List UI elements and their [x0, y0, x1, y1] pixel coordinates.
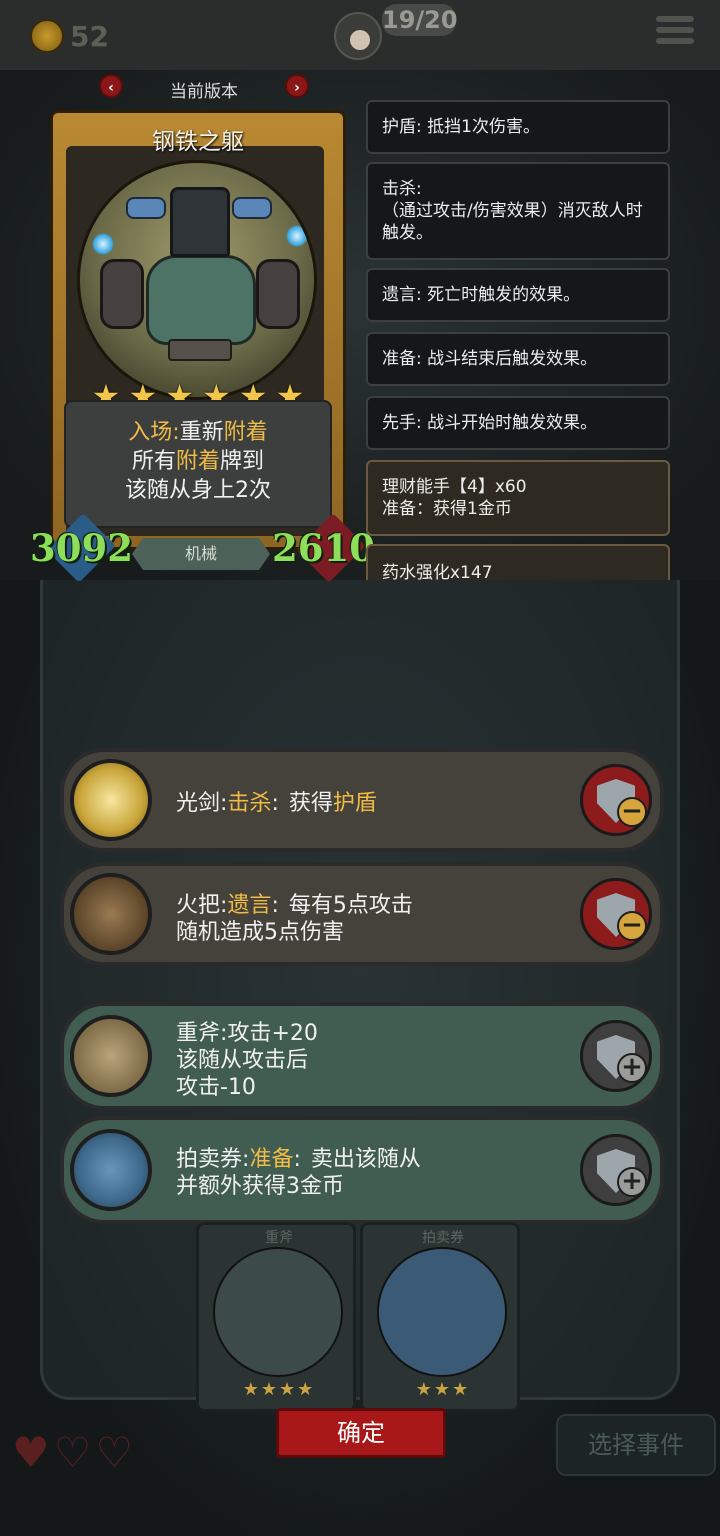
confirm-button[interactable]: 确定: [276, 1408, 446, 1458]
heavy-axe-icon: [213, 1247, 343, 1377]
effect-row[interactable]: 光剑:击杀: 获得护盾 −: [60, 748, 664, 852]
effect-description: 火把:遗言: 每有5点攻击 随机造成5点伤害: [176, 893, 413, 945]
heart-icon: ♡: [95, 1428, 133, 1477]
effect-description: 拍卖券:准备: 卖出该随从 并额外获得3金币: [176, 1147, 421, 1199]
glossary-item-shield: 护盾: 抵挡1次伤害。: [366, 100, 670, 154]
card-title: 钢铁之躯: [152, 129, 244, 155]
health-value: 2610: [272, 526, 375, 570]
glossary-item-first-strike: 先手: 战斗开始时触发效果。: [366, 396, 670, 450]
heart-icon: ♥: [12, 1428, 50, 1477]
minus-icon: −: [617, 797, 647, 827]
keyword-entry: 入场: [128, 420, 173, 445]
robot-arm-left: [100, 259, 144, 329]
remove-effect-button[interactable]: −: [580, 878, 652, 950]
equipment-card-slot[interactable]: 重斧 ★★★★: [196, 1222, 356, 1412]
robot-bolt-left: [126, 197, 166, 219]
glossary-item-kill: 击杀: （通过攻击/伤害效果）消灭敌人时触发。: [366, 162, 670, 260]
minus-icon: −: [617, 911, 647, 941]
electric-spark-icon: [286, 225, 308, 247]
progress-counter: 19/20: [382, 4, 458, 36]
remove-effect-button[interactable]: −: [580, 764, 652, 836]
effect-row[interactable]: 重斧:攻击+20 该随从攻击后 攻击-10 +: [60, 1002, 664, 1110]
effect-row[interactable]: 火把:遗言: 每有5点攻击 随机造成5点伤害 −: [60, 862, 664, 966]
plus-icon: +: [617, 1167, 647, 1197]
select-event-button[interactable]: 选择事件: [556, 1414, 716, 1476]
minion-card: 钢铁之躯 ★ ★ ★ ★ ★ ★ 入场:重新附着 所有附着牌到 该随从身上2次 …: [30, 110, 375, 583]
plus-icon: +: [617, 1053, 647, 1083]
coin-count: 52: [70, 20, 109, 53]
chevron-right-icon: ›: [294, 80, 300, 96]
card-portrait: [77, 160, 317, 400]
effect-description: 光剑:击杀: 获得护盾: [176, 791, 377, 816]
torch-icon: [70, 873, 152, 955]
light-sword-icon: [70, 759, 152, 841]
robot-arm-right: [256, 259, 300, 329]
chevron-left-icon: ‹: [108, 80, 114, 96]
glossary-item-deathrattle: 遗言: 死亡时触发的效果。: [366, 268, 670, 322]
keyword-attach: 附着: [223, 420, 268, 445]
card-description: 入场:重新附着 所有附着牌到 该随从身上2次: [64, 400, 332, 528]
lives: ♥ ♡ ♡: [12, 1432, 133, 1474]
glossary-item-potion: 药水强化x147: [366, 544, 670, 580]
effect-description: 重斧:攻击+20 该随从攻击后 攻击-10: [176, 1021, 318, 1100]
coin-icon: [30, 19, 64, 53]
avatar-face: [350, 30, 370, 50]
robot-body: [146, 255, 256, 345]
glossary-item-prepare: 准备: 战斗结束后触发效果。: [366, 332, 670, 386]
add-effect-button[interactable]: +: [580, 1134, 652, 1206]
electric-spark-icon: [92, 233, 114, 255]
tribe-label: 机械: [132, 538, 270, 570]
avatar-icon[interactable]: [334, 12, 382, 60]
heavy-axe-icon: [70, 1015, 152, 1097]
menu-icon[interactable]: [656, 16, 694, 50]
add-effect-button[interactable]: +: [580, 1020, 652, 1092]
auction-ticket-icon: [377, 1247, 507, 1377]
equipment-card-slot[interactable]: 拍卖券 ★★★: [360, 1222, 520, 1412]
prev-version-button[interactable]: ‹: [99, 74, 123, 98]
robot-waist: [168, 339, 232, 361]
keyword-attach: 附着: [175, 449, 220, 474]
version-label: 当前版本: [170, 82, 238, 102]
keyword-glossary[interactable]: 护盾: 抵挡1次伤害。 击杀: （通过攻击/伤害效果）消灭敌人时触发。 遗言: …: [366, 100, 672, 580]
auction-ticket-icon: [70, 1129, 152, 1211]
effect-row[interactable]: 拍卖券:准备: 卖出该随从 并额外获得3金币 +: [60, 1116, 664, 1224]
robot-head: [170, 187, 230, 257]
next-version-button[interactable]: ›: [285, 74, 309, 98]
attack-value: 3092: [30, 526, 133, 570]
robot-bolt-right: [232, 197, 272, 219]
heart-icon: ♡: [53, 1428, 92, 1477]
glossary-item-finance: 理财能手【4】x60 准备：获得1金币: [366, 460, 670, 536]
